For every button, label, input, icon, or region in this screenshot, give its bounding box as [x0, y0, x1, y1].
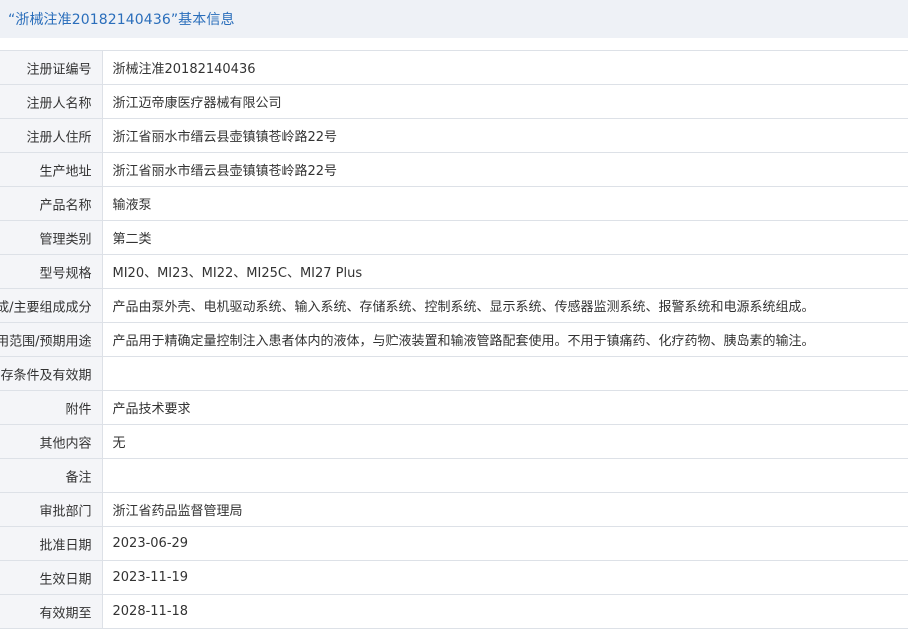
- page-title: “浙械注准20182140436”基本信息: [8, 12, 235, 28]
- field-label-cell: 注册证编号: [0, 50, 103, 85]
- table-row: 产品名称 输液泵: [0, 186, 908, 221]
- field-value: 产品用于精确定量控制注入患者体内的液体，与贮液装置和输液管路配套使用。不用于镇痛…: [102, 322, 908, 357]
- field-value: 2023-11-19: [102, 560, 908, 595]
- field-value: 2028-11-18: [102, 594, 908, 629]
- field-label: 注册人名称: [26, 96, 92, 111]
- field-label-cell: 附件: [0, 390, 103, 425]
- table-row: 生产地址 浙江省丽水市缙云县壶镇镇苍岭路22号: [0, 152, 908, 187]
- table-row: 结构及组成/主要组成成分产品由泵外壳、电机驱动系统、输入系统、存储系统、控制系统…: [0, 288, 908, 323]
- field-value: 2023-06-29: [102, 526, 908, 561]
- field-value: 产品由泵外壳、电机驱动系统、输入系统、存储系统、控制系统、显示系统、传感器监测系…: [102, 288, 908, 323]
- field-label: 产品名称: [39, 198, 92, 213]
- field-label: 其他内容: [39, 436, 92, 451]
- field-value: [102, 458, 908, 493]
- table-row: 附件 产品技术要求: [0, 390, 908, 425]
- field-label: 批准日期: [39, 538, 92, 553]
- field-label: 附件: [65, 402, 92, 417]
- table-row: 备注: [0, 458, 908, 493]
- table-row: 型号规格 MI20、MI23、MI22、MI25C、MI27 Plus: [0, 254, 908, 289]
- field-label: 注册人住所: [26, 130, 92, 145]
- table-row: 其他内容无: [0, 424, 908, 459]
- field-value: [102, 356, 908, 391]
- field-label: 生效日期: [39, 572, 92, 587]
- table-row: 产品储存条件及有效期: [0, 356, 908, 391]
- field-label-cell: 审批部门: [0, 492, 103, 527]
- info-table: 注册证编号 浙械注准20182140436 注册人名称 浙江迈帝康医疗器械有限公司 注册…: [0, 50, 908, 629]
- field-label-cell: 批准日期: [0, 526, 103, 561]
- field-label-cell: 有效期至: [0, 594, 103, 629]
- field-value: 产品技术要求: [102, 390, 908, 425]
- field-label-cell: 适用范围/预期用途: [0, 322, 103, 357]
- field-label: 结构及组成/主要组成成分: [0, 300, 92, 315]
- table-row: 注册人名称 浙江迈帝康医疗器械有限公司: [0, 84, 908, 119]
- table-row: 有效期至 2028-11-18: [0, 594, 908, 629]
- field-label: 有效期至: [39, 606, 92, 621]
- field-label: 适用范围/预期用途: [0, 334, 92, 349]
- field-label-cell: 注册人住所: [0, 118, 103, 153]
- title-bar: “浙械注准20182140436”基本信息: [0, 0, 908, 38]
- field-value: 输液泵: [102, 186, 908, 221]
- field-value: 无: [102, 424, 908, 459]
- field-label-cell: 备注: [0, 458, 103, 493]
- field-value: MI20、MI23、MI22、MI25C、MI27 Plus: [102, 254, 908, 289]
- field-label-cell: 型号规格: [0, 254, 103, 289]
- table-row: 注册人住所 浙江省丽水市缙云县壶镇镇苍岭路22号: [0, 118, 908, 153]
- table-row: 生效日期 2023-11-19: [0, 560, 908, 595]
- field-value: 浙械注准20182140436: [102, 50, 908, 85]
- info-table-body: 注册证编号 浙械注准20182140436 注册人名称 浙江迈帝康医疗器械有限公司 注册…: [0, 50, 908, 629]
- table-row: 管理类别 第二类: [0, 220, 908, 255]
- field-label: 产品储存条件及有效期: [0, 368, 92, 383]
- field-value: 第二类: [102, 220, 908, 255]
- field-value: 浙江省丽水市缙云县壶镇镇苍岭路22号: [102, 152, 908, 187]
- field-value: 浙江省丽水市缙云县壶镇镇苍岭路22号: [102, 118, 908, 153]
- field-label-cell: 管理类别: [0, 220, 103, 255]
- field-label-cell: 产品储存条件及有效期: [0, 356, 103, 391]
- field-label-cell: 生产地址: [0, 152, 103, 187]
- field-label: 备注: [65, 470, 92, 485]
- field-label-cell: 结构及组成/主要组成成分: [0, 288, 103, 323]
- field-label: 审批部门: [39, 504, 92, 519]
- field-label-cell: 生效日期: [0, 560, 103, 595]
- table-row: 注册证编号 浙械注准20182140436: [0, 50, 908, 85]
- field-label: 型号规格: [39, 266, 92, 281]
- field-label-cell: 注册人名称: [0, 84, 103, 119]
- field-value: 浙江迈帝康医疗器械有限公司: [102, 84, 908, 119]
- registration-info-page: “浙械注准20182140436”基本信息 注册证编号 浙械注准201821404…: [0, 0, 908, 631]
- field-label: 注册证编号: [26, 62, 92, 77]
- field-value: 浙江省药品监督管理局: [102, 492, 908, 527]
- field-label-cell: 产品名称: [0, 186, 103, 221]
- table-row: 批准日期 2023-06-29: [0, 526, 908, 561]
- table-row: 审批部门 浙江省药品监督管理局: [0, 492, 908, 527]
- field-label-cell: 其他内容: [0, 424, 103, 459]
- field-label: 管理类别: [39, 232, 92, 247]
- field-label: 生产地址: [39, 164, 92, 179]
- table-row: 适用范围/预期用途产品用于精确定量控制注入患者体内的液体，与贮液装置和输液管路配…: [0, 322, 908, 357]
